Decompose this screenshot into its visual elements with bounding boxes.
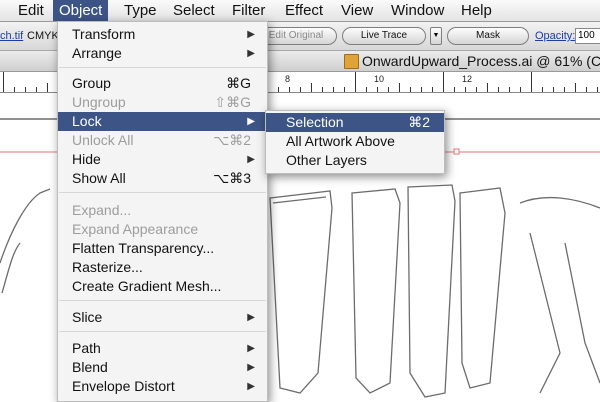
menu-item-label: Rasterize...	[72, 259, 143, 275]
menu-separator	[59, 192, 266, 193]
menu-item-shortcut: ⇧⌘G	[214, 94, 251, 110]
mask-button[interactable]: Mask	[447, 27, 529, 45]
menu-item-shortcut: ⌥⌘2	[213, 132, 251, 148]
menu-item-lock-other-layers[interactable]: Other Layers	[266, 151, 444, 170]
menu-item-lock[interactable]: Lock ▶	[58, 112, 267, 131]
submenu-arrow-icon: ▶	[247, 343, 255, 354]
ai-file-icon	[344, 54, 359, 69]
menu-item-label: Unlock All	[72, 132, 134, 148]
menu-item-create-gradient-mesh[interactable]: Create Gradient Mesh...	[58, 277, 267, 296]
menu-effect[interactable]: Effect	[279, 0, 329, 21]
opacity-input[interactable]: 100	[575, 28, 600, 44]
menu-item-shortcut: ⌘2	[408, 114, 430, 130]
menu-item-label: Arrange	[72, 45, 122, 61]
menu-item-flatten-transparency[interactable]: Flatten Transparency...	[58, 239, 267, 258]
menu-item-label: Blend	[72, 359, 108, 375]
menu-view[interactable]: View	[335, 0, 379, 21]
menu-item-unlock-all[interactable]: Unlock All ⌥⌘2	[58, 131, 267, 150]
menu-item-slice[interactable]: Slice ▶	[58, 308, 267, 327]
menu-item-hide[interactable]: Hide ▶	[58, 150, 267, 169]
opacity-label[interactable]: Opacity:	[535, 30, 575, 42]
submenu-arrow-icon: ▶	[247, 154, 255, 165]
ruler-label: 10	[374, 74, 385, 84]
menu-item-show-all[interactable]: Show All ⌥⌘3	[58, 169, 267, 188]
document-title: OnwardUpward_Process.ai @ 61% (CM	[362, 53, 600, 69]
menu-edit[interactable]: Edit	[12, 0, 50, 21]
menu-item-label: Lock	[72, 113, 102, 129]
menu-item-shortcut: ⌘G	[226, 75, 251, 91]
submenu-arrow-icon: ▶	[247, 116, 255, 127]
chevron-down-icon: ▼	[432, 32, 440, 39]
menu-item-group[interactable]: Group ⌘G	[58, 74, 267, 93]
menu-window[interactable]: Window	[385, 0, 450, 21]
menu-separator	[59, 300, 266, 301]
menu-object[interactable]: Object	[53, 0, 109, 21]
lock-submenu: Selection ⌘2 All Artwork Above Other Lay…	[265, 110, 445, 174]
menu-item-label: Selection	[286, 114, 344, 130]
menu-item-label: Hide	[72, 151, 101, 167]
menu-item-label: Other Layers	[286, 152, 367, 168]
menu-item-path[interactable]: Path ▶	[58, 339, 267, 358]
color-mode-label: CMYK	[27, 30, 59, 42]
menu-item-label: Create Gradient Mesh...	[72, 278, 222, 294]
linked-file-link[interactable]: ch.tif	[0, 30, 23, 42]
live-trace-options-button[interactable]: ▼	[430, 27, 442, 45]
menu-bar: Edit Object Type Select Filter Effect Vi…	[0, 0, 600, 22]
menu-item-label: Slice	[72, 309, 103, 325]
menu-item-label: Expand Appearance	[72, 221, 199, 237]
menu-item-ungroup[interactable]: Ungroup ⇧⌘G	[58, 93, 267, 112]
menu-item-rasterize[interactable]: Rasterize...	[58, 258, 267, 277]
menu-filter[interactable]: Filter	[226, 0, 271, 21]
submenu-arrow-icon: ▶	[247, 48, 255, 59]
menu-item-label: All Artwork Above	[286, 133, 395, 149]
ruler-label: 8	[285, 74, 291, 84]
menu-select[interactable]: Select	[167, 0, 221, 21]
menu-separator	[59, 331, 266, 332]
submenu-arrow-icon: ▶	[247, 312, 255, 323]
selection-handle	[453, 148, 460, 155]
menu-item-transform[interactable]: Transform ▶	[58, 25, 267, 44]
menu-item-blend[interactable]: Blend ▶	[58, 358, 267, 377]
menu-item-expand-appearance[interactable]: Expand Appearance	[58, 220, 267, 239]
menu-item-arrange[interactable]: Arrange ▶	[58, 44, 267, 63]
submenu-arrow-icon: ▶	[247, 381, 255, 392]
menu-item-label: Transform	[72, 26, 136, 42]
ruler-label: 12	[462, 74, 473, 84]
menu-item-lock-all-artwork-above[interactable]: All Artwork Above	[266, 132, 444, 151]
menu-item-label: Path	[72, 340, 101, 356]
submenu-arrow-icon: ▶	[247, 362, 255, 373]
menu-type[interactable]: Type	[118, 0, 163, 21]
menu-help[interactable]: Help	[455, 0, 498, 21]
menu-item-label: Expand...	[72, 202, 132, 218]
menu-item-label: Group	[72, 75, 111, 91]
object-menu: Transform ▶ Arrange ▶ Group ⌘G Ungroup ⇧…	[57, 21, 268, 402]
menu-item-label: Flatten Transparency...	[72, 240, 215, 256]
menu-item-label: Ungroup	[72, 94, 126, 110]
live-trace-button[interactable]: Live Trace	[342, 27, 426, 45]
menu-separator	[59, 67, 266, 68]
submenu-arrow-icon: ▶	[247, 29, 255, 40]
menu-item-expand[interactable]: Expand...	[58, 201, 267, 220]
menu-item-envelope-distort[interactable]: Envelope Distort ▶	[58, 377, 267, 396]
menu-item-shortcut: ⌥⌘3	[213, 170, 251, 186]
menu-item-lock-selection[interactable]: Selection ⌘2	[266, 113, 444, 132]
menu-item-label: Show All	[72, 170, 126, 186]
menu-item-label: Envelope Distort	[72, 378, 175, 394]
